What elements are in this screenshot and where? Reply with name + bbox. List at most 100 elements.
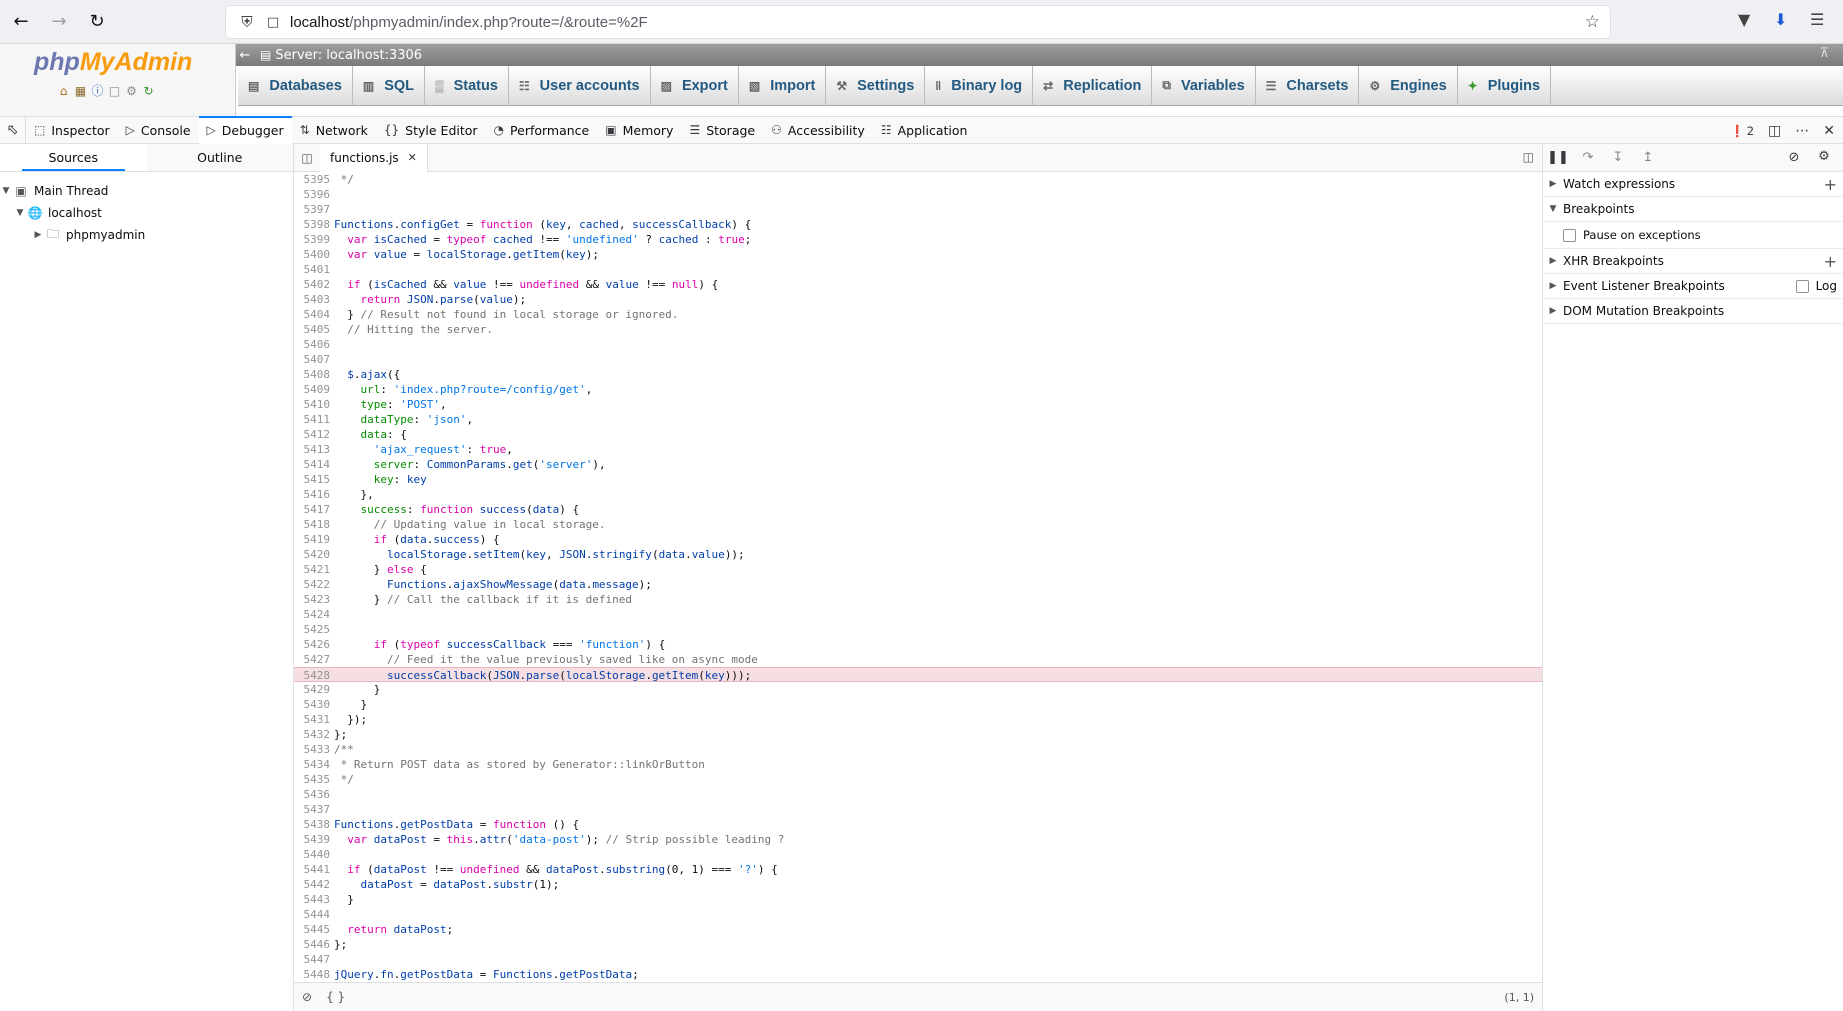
code-line[interactable]: 5396	[294, 187, 1542, 202]
tab-sources[interactable]: Sources	[0, 144, 147, 171]
code-line[interactable]: 5446};	[294, 937, 1542, 952]
debugger-settings-icon[interactable]: ⚙	[1809, 149, 1839, 164]
home-icon[interactable]: ⌂	[56, 84, 71, 99]
code-line[interactable]: 5434 * Return POST data as stored by Gen…	[294, 757, 1542, 772]
line-number[interactable]: 5402	[294, 277, 331, 292]
line-number[interactable]: 5412	[294, 427, 331, 442]
line-number[interactable]: 5441	[294, 862, 331, 877]
line-number[interactable]: 5419	[294, 532, 331, 547]
dock-mode-icon[interactable]: ◫	[1768, 123, 1781, 139]
devtools-tab-inspector[interactable]: ⬚ Inspector	[26, 116, 118, 144]
line-number[interactable]: 5401	[294, 262, 331, 277]
line-number[interactable]: 5436	[294, 787, 331, 802]
code-line[interactable]: 5413 'ajax_request': true,	[294, 442, 1542, 457]
code-line[interactable]: 5436	[294, 787, 1542, 802]
line-number[interactable]: 5397	[294, 202, 331, 217]
line-number[interactable]: 5411	[294, 412, 331, 427]
line-number[interactable]: 5408	[294, 367, 331, 382]
code-line[interactable]: 5440	[294, 847, 1542, 862]
code-line[interactable]: 5397	[294, 202, 1542, 217]
line-number[interactable]: 5424	[294, 607, 331, 622]
log-checkbox[interactable]	[1795, 279, 1809, 293]
code-line[interactable]: 5399 var isCached = typeof cached !== 'u…	[294, 232, 1542, 247]
back-arrow-icon[interactable]: ←	[4, 5, 38, 39]
line-number[interactable]: 5409	[294, 382, 331, 397]
step-in-icon[interactable]: ↧	[1603, 150, 1633, 165]
code-line[interactable]: 5447	[294, 952, 1542, 967]
code-line[interactable]: 5414 server: CommonParams.get('server'),	[294, 457, 1542, 472]
tree-item-localhost[interactable]: ▼ 🌐 localhost	[0, 202, 293, 224]
pma-tab-replication[interactable]: ⇄ Replication	[1033, 66, 1153, 105]
line-number[interactable]: 5440	[294, 847, 331, 862]
line-number[interactable]: 5432	[294, 727, 331, 742]
line-number[interactable]: 5400	[294, 247, 331, 262]
paused-code-line[interactable]: 5428 successCallback(JSON.parse(localSto…	[294, 667, 1542, 682]
code-line[interactable]: 5438 Functions.getPostData = function () …	[294, 817, 1542, 832]
toggle-sources-icon[interactable]: ◫	[294, 151, 320, 165]
devtools-tab-debugger[interactable]: ▷ Debugger	[198, 116, 292, 144]
code-line[interactable]: 5417 success: function success(data) {	[294, 502, 1542, 517]
line-number[interactable]: 5431	[294, 712, 331, 727]
step-out-icon[interactable]: ↥	[1633, 150, 1663, 165]
code-line[interactable]: 5404 } // Result not found in local stor…	[294, 307, 1542, 322]
tree-item-phpmyadmin[interactable]: ▶ 🗀 phpmyadmin	[0, 224, 293, 246]
line-number[interactable]: 5413	[294, 442, 331, 457]
line-number[interactable]: 5398	[294, 217, 331, 232]
line-number[interactable]: 5406	[294, 337, 331, 352]
line-number[interactable]: 5445	[294, 922, 331, 937]
code-line[interactable]: 5441 if (dataPost !== undefined && dataP…	[294, 862, 1542, 877]
code-line[interactable]: 5445 return dataPost;	[294, 922, 1542, 937]
code-line[interactable]: 5415 key: key	[294, 472, 1542, 487]
code-line[interactable]: 5409 url: 'index.php?route=/config/get',	[294, 382, 1542, 397]
code-line[interactable]: 5406	[294, 337, 1542, 352]
line-number[interactable]: 5414	[294, 457, 331, 472]
line-number[interactable]: 5426	[294, 637, 331, 652]
code-line[interactable]: 5408 $.ajax({	[294, 367, 1542, 382]
deactivate-breakpoints-icon[interactable]: ⊘	[1779, 150, 1809, 165]
line-number[interactable]: 5428	[294, 668, 331, 682]
line-number[interactable]: 5417	[294, 502, 331, 517]
code-line[interactable]: 5437	[294, 802, 1542, 817]
line-number[interactable]: 5403	[294, 292, 331, 307]
devtools-tab-performance[interactable]: ◔ Performance	[486, 116, 598, 144]
code-line[interactable]: 5425	[294, 622, 1542, 637]
code-line[interactable]: 5429 }	[294, 682, 1542, 697]
code-line[interactable]: 5401	[294, 262, 1542, 277]
code-line[interactable]: 5426 if (typeof successCallback === 'fun…	[294, 637, 1542, 652]
line-number[interactable]: 5418	[294, 517, 331, 532]
line-number[interactable]: 5442	[294, 877, 331, 892]
file-tab[interactable]: functions.js ✕	[320, 143, 428, 172]
line-number[interactable]: 5410	[294, 397, 331, 412]
add-xhr-breakpoint-icon[interactable]: +	[1824, 252, 1837, 271]
collapse-nav-arrow-icon[interactable]: ←	[236, 48, 254, 63]
pma-tab-export[interactable]: ▨ Export	[651, 66, 739, 105]
line-number[interactable]: 5429	[294, 682, 331, 697]
collapse-top-icon[interactable]: ⊼	[1819, 46, 1829, 61]
line-number[interactable]: 5404	[294, 307, 331, 322]
code-line[interactable]: 5448 jQuery.fn.getPostData = Functions.ge…	[294, 967, 1542, 982]
line-number[interactable]: 5427	[294, 652, 331, 667]
logout-icon[interactable]: ▦	[73, 84, 88, 99]
pma-tab-user-accounts[interactable]: ☷ User accounts	[509, 66, 651, 105]
code-line[interactable]: 5400 var value = localStorage.getItem(ke…	[294, 247, 1542, 262]
nav-settings-icon[interactable]: ⚙	[124, 84, 139, 99]
phpmyadmin-logo[interactable]: phpMyAdmin	[34, 48, 192, 77]
line-number[interactable]: 5433	[294, 742, 331, 757]
line-number[interactable]: 5448	[294, 967, 331, 982]
tab-outline[interactable]: Outline	[147, 144, 294, 171]
code-line[interactable]: 5420 localStorage.setItem(key, JSON.stri…	[294, 547, 1542, 562]
pretty-print-icon[interactable]: { }	[326, 990, 345, 1004]
tracking-shield-icon[interactable]: ⛨	[232, 13, 262, 31]
watch-expressions-header[interactable]: ▶ Watch expressions +	[1543, 172, 1843, 197]
code-line[interactable]: 5431 });	[294, 712, 1542, 727]
code-line[interactable]: 5423 } // Call the callback if it is def…	[294, 592, 1542, 607]
code-line[interactable]: 5442 dataPost = dataPost.substr(1);	[294, 877, 1542, 892]
pma-tab-settings[interactable]: ⚒ Settings	[826, 66, 926, 105]
close-devtools-icon[interactable]: ✕	[1823, 123, 1835, 139]
line-number[interactable]: 5438	[294, 817, 331, 832]
download-icon[interactable]: ⬇	[1774, 10, 1787, 29]
sql-docs-icon[interactable]: □	[107, 84, 122, 99]
dom-mutation-breakpoints-header[interactable]: ▶ DOM Mutation Breakpoints	[1543, 299, 1843, 324]
line-number[interactable]: 5447	[294, 952, 331, 967]
line-number[interactable]: 5430	[294, 697, 331, 712]
